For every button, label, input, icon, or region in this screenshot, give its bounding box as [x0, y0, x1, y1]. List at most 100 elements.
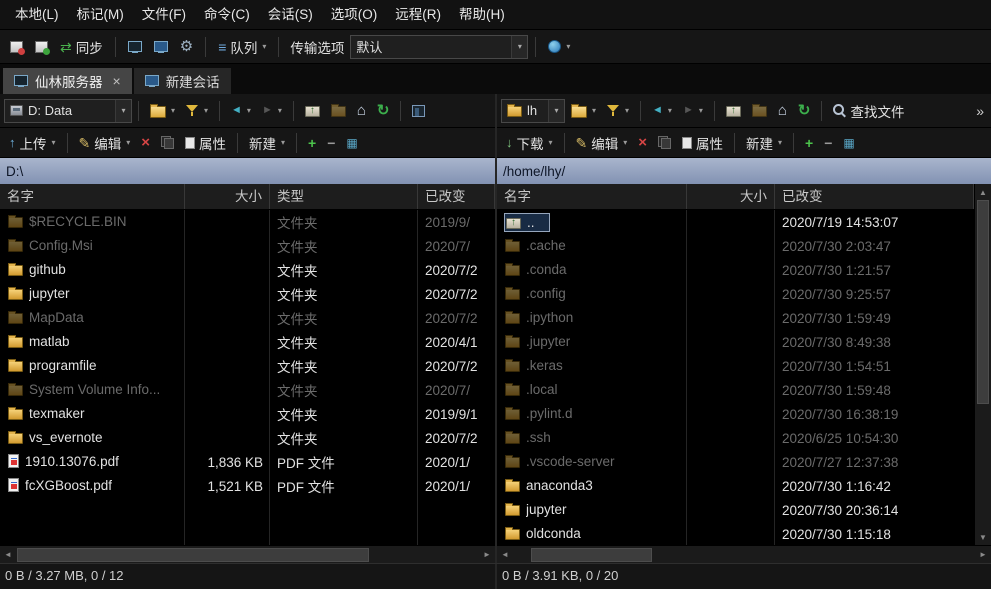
open-directory-button[interactable]: ▾: [145, 98, 180, 124]
forward-button[interactable]: ► ▾: [678, 98, 708, 124]
file-row[interactable]: .config 2020/7/30 9:25:57: [497, 282, 974, 306]
file-row[interactable]: texmaker 文件夹 2019/9/1: [0, 402, 495, 426]
remote-vertical-scrollbar[interactable]: ▲ ▼: [974, 184, 991, 545]
scrollbar-thumb[interactable]: [17, 547, 369, 562]
remote-drive-combobox[interactable]: lh ▾: [501, 98, 565, 123]
file-row[interactable]: vs_evernote 文件夹 2020/7/2: [0, 426, 495, 450]
file-row[interactable]: 1910.13076.pdf 1,836 KB PDF 文件 2020/1/: [0, 450, 495, 474]
scroll-up-arrow[interactable]: ▲: [975, 184, 991, 200]
scrollbar-track[interactable]: [16, 546, 479, 564]
file-row[interactable]: jupyter 文件夹 2020/7/2: [0, 282, 495, 306]
root-directory-button[interactable]: [747, 98, 772, 124]
menu-remote[interactable]: 远程(R): [386, 0, 450, 29]
queue-button[interactable]: ≡ 队列 ▾: [213, 34, 271, 60]
root-directory-button[interactable]: [326, 98, 351, 124]
select-grid-button[interactable]: ▦: [838, 130, 859, 156]
home-directory-button[interactable]: ⌂: [773, 98, 792, 124]
scrollbar-track[interactable]: [975, 200, 991, 529]
file-row[interactable]: .local 2020/7/30 1:59:48: [497, 378, 974, 402]
file-row[interactable]: $RECYCLE.BIN 文件夹 2019/9/: [0, 210, 495, 234]
file-row[interactable]: github 文件夹 2020/7/2: [0, 258, 495, 282]
file-row[interactable]: anaconda3 2020/7/30 1:16:42: [497, 474, 974, 498]
column-header-size[interactable]: 大小: [185, 184, 270, 209]
refresh-button[interactable]: ↻: [372, 98, 395, 124]
edit-button[interactable]: ✎ 编辑 ▾: [74, 130, 136, 156]
file-row[interactable]: fcXGBoost.pdf 1,521 KB PDF 文件 2020/1/: [0, 474, 495, 498]
forward-button[interactable]: ► ▾: [257, 98, 287, 124]
menu-file[interactable]: 文件(F): [133, 0, 195, 29]
file-row[interactable]: jupyter 2020/7/30 20:36:14: [497, 498, 974, 522]
duplicate-button[interactable]: [156, 130, 179, 156]
local-drive-combobox[interactable]: D: Data ▾: [4, 98, 132, 123]
file-row[interactable]: System Volume Info... 文件夹 2020/7/: [0, 378, 495, 402]
parent-directory-button[interactable]: [300, 98, 325, 124]
file-row[interactable]: .pylint.d 2020/7/30 16:38:19: [497, 402, 974, 426]
file-row[interactable]: matlab 文件夹 2020/4/1: [0, 330, 495, 354]
local-horizontal-scrollbar[interactable]: ◄ ►: [0, 545, 495, 563]
upload-button[interactable]: ↑ 上传 ▾: [4, 130, 61, 156]
duplicate-button[interactable]: [653, 130, 676, 156]
refresh-button[interactable]: ↻: [793, 98, 816, 124]
parent-directory-button[interactable]: [721, 98, 746, 124]
scroll-right-arrow[interactable]: ►: [479, 546, 495, 564]
filter-button[interactable]: ▾: [181, 98, 213, 124]
new-session-button[interactable]: [5, 34, 28, 60]
local-path-bar[interactable]: D:\: [0, 158, 495, 184]
select-add-button[interactable]: +: [800, 130, 818, 156]
file-row[interactable]: .ipython 2020/7/30 1:59:49: [497, 306, 974, 330]
delete-button[interactable]: ×: [136, 130, 155, 156]
column-header-name[interactable]: 名字: [497, 184, 687, 209]
tab-close-icon[interactable]: ×: [113, 73, 121, 89]
column-header-modified[interactable]: 已改变: [418, 184, 495, 209]
transfer-settings-button[interactable]: ▾: [543, 34, 575, 60]
menu-options[interactable]: 选项(O): [322, 0, 387, 29]
scroll-left-arrow[interactable]: ◄: [497, 546, 513, 564]
scroll-right-arrow[interactable]: ►: [975, 546, 991, 564]
scrollbar-thumb[interactable]: [977, 200, 989, 404]
console-button[interactable]: [123, 34, 147, 60]
back-button[interactable]: ◄ ▾: [226, 98, 256, 124]
menu-commands[interactable]: 命令(C): [195, 0, 259, 29]
toolbar-overflow-icon[interactable]: »: [976, 103, 987, 119]
properties-button[interactable]: 属性: [677, 130, 728, 156]
filter-button[interactable]: ▾: [602, 98, 634, 124]
delete-button[interactable]: ×: [633, 130, 652, 156]
select-add-button[interactable]: +: [303, 130, 321, 156]
home-directory-button[interactable]: ⌂: [352, 98, 371, 124]
download-button[interactable]: ↓ 下载 ▾: [501, 130, 558, 156]
scroll-down-arrow[interactable]: ▼: [975, 529, 991, 545]
back-button[interactable]: ◄ ▾: [647, 98, 677, 124]
menu-mark[interactable]: 标记(M): [68, 0, 133, 29]
menu-session[interactable]: 会话(S): [259, 0, 322, 29]
scrollbar-track[interactable]: [513, 546, 975, 564]
open-session-button[interactable]: [30, 34, 53, 60]
menu-help[interactable]: 帮助(H): [450, 0, 514, 29]
file-row[interactable]: .conda 2020/7/30 1:21:57: [497, 258, 974, 282]
column-header-name[interactable]: 名字: [0, 184, 185, 209]
file-row[interactable]: .jupyter 2020/7/30 8:49:38: [497, 330, 974, 354]
sync-button[interactable]: ⇄ 同步: [55, 34, 108, 60]
open-directory-button[interactable]: ▾: [566, 98, 601, 124]
file-row[interactable]: MapData 文件夹 2020/7/2: [0, 306, 495, 330]
scrollbar-thumb[interactable]: [531, 547, 652, 562]
edit-button[interactable]: ✎ 编辑 ▾: [571, 130, 633, 156]
tab-new-session[interactable]: 新建会话: [133, 68, 231, 94]
find-files-button[interactable]: 查找文件: [828, 98, 909, 124]
file-row[interactable]: .ssh 2020/6/25 10:54:30: [497, 426, 974, 450]
remote-path-bar[interactable]: /home/lhy/: [497, 158, 991, 184]
properties-button[interactable]: 属性: [180, 130, 231, 156]
new-button[interactable]: 新建 ▾: [244, 130, 290, 156]
select-remove-button[interactable]: −: [819, 130, 837, 156]
menu-local[interactable]: 本地(L): [6, 0, 68, 29]
scroll-left-arrow[interactable]: ◄: [0, 546, 16, 564]
file-row[interactable]: .keras 2020/7/30 1:54:51: [497, 354, 974, 378]
remote-horizontal-scrollbar[interactable]: ◄ ►: [497, 545, 991, 563]
select-grid-button[interactable]: ▦: [341, 130, 362, 156]
tab-session-xianlin[interactable]: 仙林服务器 ×: [3, 68, 132, 94]
file-row[interactable]: programfile 文件夹 2020/7/2: [0, 354, 495, 378]
file-row[interactable]: Config.Msi 文件夹 2020/7/: [0, 234, 495, 258]
file-row[interactable]: .vscode-server 2020/7/27 12:37:38: [497, 450, 974, 474]
terminal-button[interactable]: [149, 34, 173, 60]
column-header-type[interactable]: 类型: [270, 184, 418, 209]
new-button[interactable]: 新建 ▾: [741, 130, 787, 156]
